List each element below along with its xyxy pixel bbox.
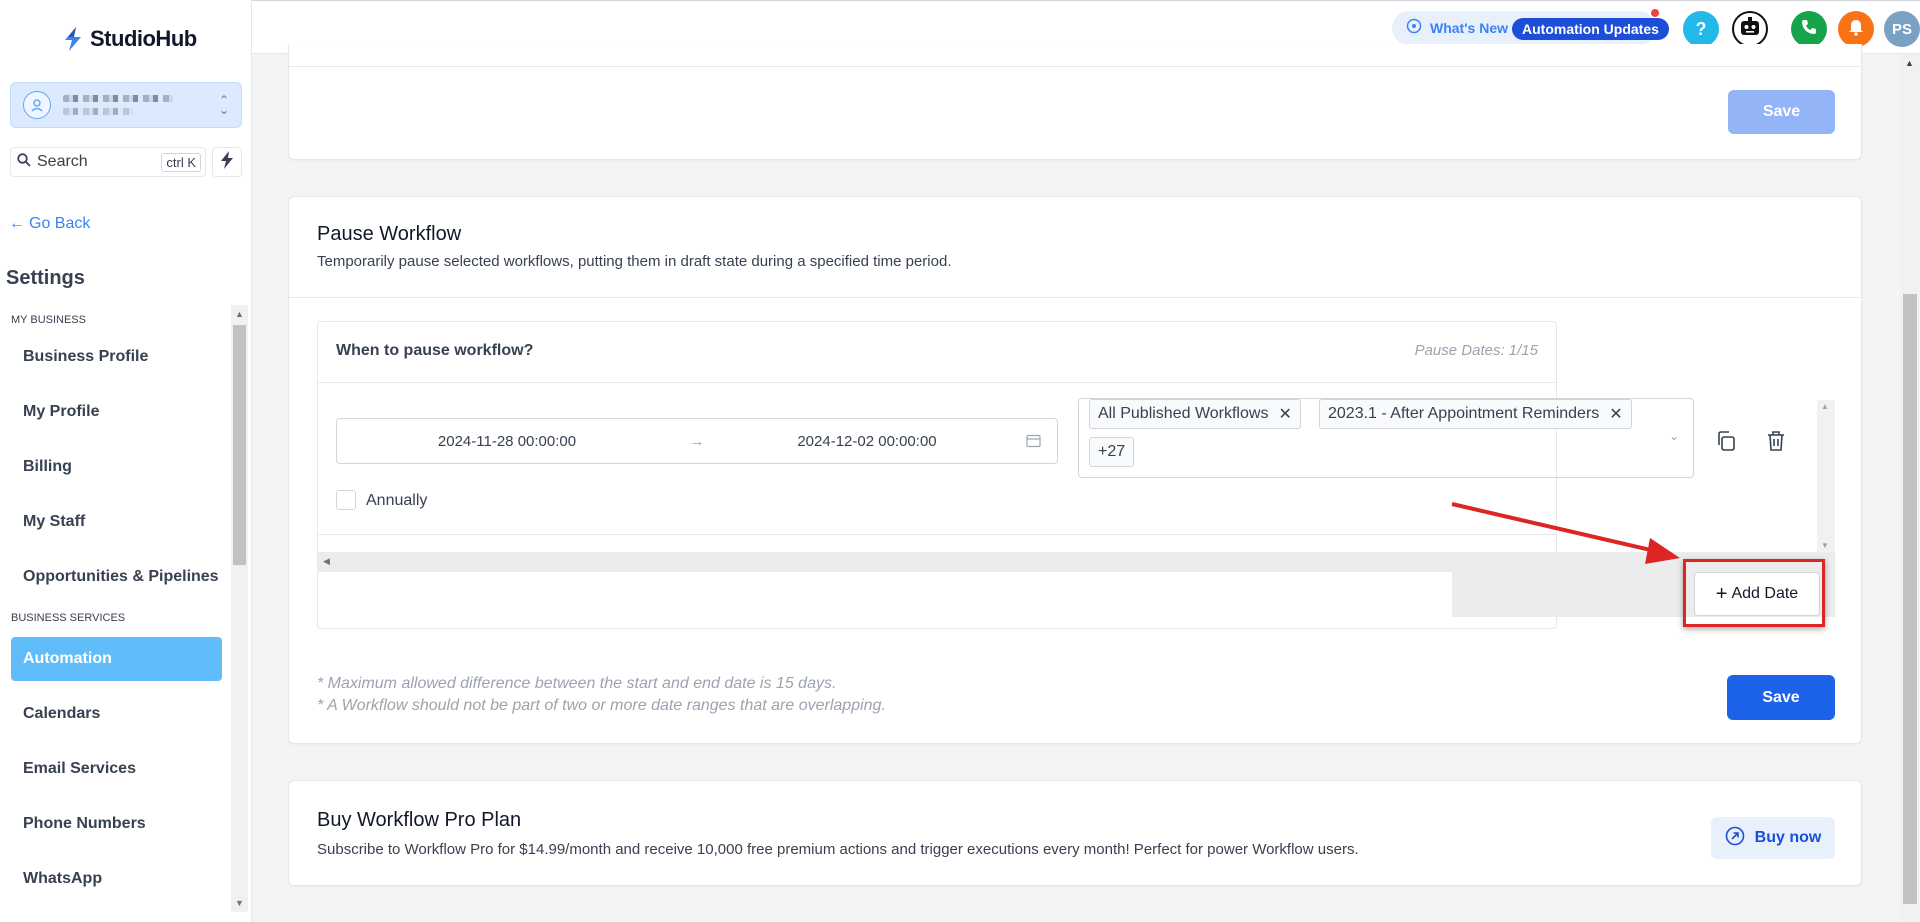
more-tags-count[interactable]: +27: [1089, 437, 1135, 467]
search-input[interactable]: Search ctrl K: [10, 147, 206, 177]
annually-label: Annually: [366, 492, 428, 509]
phone-icon: [1800, 18, 1818, 41]
pro-plan-description: Subscribe to Workflow Pro for $14.99/mon…: [317, 841, 1359, 858]
note-overlap: * A Workflow should not be part of two o…: [317, 697, 886, 714]
annotation-highlight: [1683, 559, 1825, 627]
pro-plan-title: Buy Workflow Pro Plan: [317, 809, 522, 831]
logo-icon: [62, 26, 84, 52]
copy-icon[interactable]: [1715, 430, 1737, 457]
scroll-down-icon: ▼: [235, 898, 244, 908]
scroll-up-icon: ▲: [1821, 402, 1829, 411]
sidebar-item-my-staff[interactable]: My Staff: [11, 500, 222, 544]
sidebar-scrollbar[interactable]: ▲ ▼: [231, 305, 248, 912]
section-label: BUSINESS SERVICES: [11, 612, 126, 624]
close-icon[interactable]: ✕: [1609, 404, 1622, 424]
go-back-label: Go Back: [29, 215, 91, 232]
workflow-select[interactable]: All Published Workflows ✕ 2023.1 - After…: [1078, 398, 1694, 478]
main-scrollbar[interactable]: ▲: [1900, 54, 1920, 922]
tag-label: All Published Workflows: [1098, 405, 1269, 422]
divider: [318, 382, 1556, 383]
bell-icon: [1847, 18, 1865, 41]
settings-nav: MY BUSINESS Business Profile My Profile …: [0, 305, 252, 912]
arrow-left-icon: ←: [9, 215, 25, 232]
pro-plan-card: Buy Workflow Pro Plan Subscribe to Workf…: [288, 780, 1862, 886]
save-button-disabled[interactable]: Save: [1728, 90, 1835, 134]
chevron-updown-icon: ⌃ ⌄: [218, 93, 229, 117]
close-icon[interactable]: ✕: [1278, 404, 1291, 424]
sidebar-item-email-services[interactable]: Email Services: [11, 747, 222, 791]
search-icon: [17, 152, 31, 172]
pause-question: When to pause workflow?: [336, 342, 534, 359]
account-switcher[interactable]: ⌃ ⌄: [10, 82, 242, 128]
sidebar-item-whatsapp[interactable]: WhatsApp: [11, 857, 222, 901]
previous-settings-card: Save: [288, 44, 1862, 160]
arrow-up-right-icon: [1725, 826, 1745, 851]
robot-icon: [1738, 15, 1762, 44]
pause-workflow-title: Pause Workflow: [317, 223, 462, 245]
tag-label: 2023.1 - After Appointment Reminders: [1328, 405, 1600, 422]
search-label: Search: [37, 153, 88, 170]
start-date[interactable]: 2024-11-28 00:00:00: [337, 433, 677, 450]
scroll-up-icon: ▲: [235, 309, 244, 319]
note-max-difference: * Maximum allowed difference between the…: [317, 675, 837, 692]
sidebar-item-opportunities[interactable]: Opportunities & Pipelines: [11, 555, 222, 599]
automation-updates-badge[interactable]: Automation Updates: [1512, 18, 1669, 40]
sidebar-scroll-thumb[interactable]: [233, 325, 246, 565]
notifications-button[interactable]: [1838, 11, 1874, 47]
annually-checkbox[interactable]: [336, 490, 356, 510]
phone-button[interactable]: [1791, 11, 1827, 47]
date-range-picker[interactable]: 2024-11-28 00:00:00 → 2024-12-02 00:00:0…: [336, 418, 1058, 464]
scroll-down-icon: ▼: [1821, 541, 1829, 550]
sidebar: StudioHub ⌃ ⌄ Search ctrl K ← Go Back Set…: [0, 0, 252, 922]
inner-vertical-scrollbar[interactable]: ▲ ▼: [1817, 400, 1835, 552]
pause-workflow-subtitle: Temporarily pause selected workflows, pu…: [317, 253, 952, 270]
location-pin-icon: [23, 91, 51, 119]
divider: [289, 297, 1861, 298]
sidebar-item-automation[interactable]: Automation: [11, 637, 222, 681]
search-shortcut: ctrl K: [161, 152, 201, 172]
workflow-tag: All Published Workflows ✕: [1089, 399, 1301, 429]
section-label: MY BUSINESS: [11, 314, 86, 326]
lightning-icon: [220, 150, 234, 174]
trash-icon[interactable]: [1765, 430, 1787, 457]
help-icon: ?: [1695, 18, 1707, 39]
sidebar-item-phone-numbers[interactable]: Phone Numbers: [11, 802, 222, 846]
save-button[interactable]: Save: [1727, 675, 1835, 720]
pause-dates-panel: When to pause workflow? Pause Dates: 1/1…: [317, 321, 1784, 629]
divider: [317, 534, 1555, 535]
go-back-link[interactable]: ← Go Back: [9, 215, 90, 233]
arrow-right-icon: →: [689, 432, 705, 450]
scroll-up-icon: ▲: [1905, 58, 1914, 68]
divider: [289, 66, 1861, 67]
whats-new-label: What's New: [1430, 20, 1509, 36]
buy-now-button[interactable]: Buy now: [1711, 817, 1835, 859]
app-logo[interactable]: StudioHub: [62, 26, 197, 52]
pause-workflow-card: Pause Workflow Temporarily pause selecte…: [288, 196, 1862, 744]
sidebar-item-my-profile[interactable]: My Profile: [11, 390, 222, 434]
main-scroll-thumb[interactable]: [1903, 294, 1917, 904]
pause-dates-count: Pause Dates: 1/15: [1414, 342, 1538, 359]
annotation-arrow: [1451, 502, 1680, 564]
end-date[interactable]: 2024-12-02 00:00:00: [717, 433, 1017, 450]
sidebar-item-billing[interactable]: Billing: [11, 445, 222, 489]
settings-title: Settings: [6, 267, 85, 289]
avatar-initials: PS: [1891, 20, 1912, 38]
quick-actions-button[interactable]: [212, 147, 242, 177]
calendar-icon: [1026, 433, 1041, 452]
buy-now-label: Buy now: [1754, 829, 1822, 846]
user-avatar[interactable]: PS: [1884, 11, 1920, 47]
app-name: StudioHub: [90, 26, 197, 51]
ai-assistant-button[interactable]: [1732, 11, 1768, 47]
help-button[interactable]: ?: [1683, 11, 1719, 47]
sidebar-item-business-profile[interactable]: Business Profile: [11, 335, 222, 379]
account-name-redacted: [63, 95, 173, 115]
sidebar-item-calendars[interactable]: Calendars: [11, 692, 222, 736]
notification-dot: [1651, 9, 1659, 17]
workflow-tag: 2023.1 - After Appointment Reminders ✕: [1319, 399, 1632, 429]
chevron-down-icon: ⌄: [1668, 429, 1679, 443]
megaphone-icon: [1406, 18, 1422, 39]
scroll-left-icon: ◀: [323, 556, 330, 566]
